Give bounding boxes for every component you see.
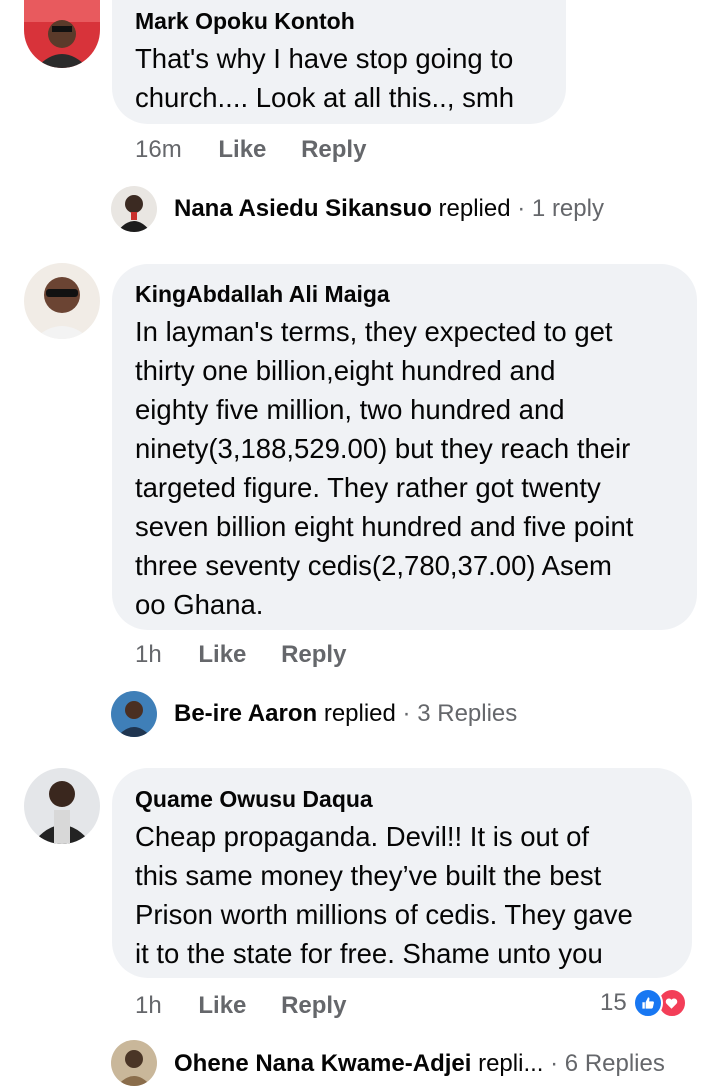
comment-meta: 1h Like Reply [135,992,346,1020]
avatar[interactable] [24,768,100,844]
comment-meta: 16m Like Reply [135,136,366,164]
comment-text: That's why I have stop going to church..… [135,43,515,113]
comment-author[interactable]: KingAbdallah Ali Maiga [135,281,390,308]
comment-text: In layman's terms, they expected to get … [135,316,634,620]
like-reaction-icon [632,988,663,1018]
timestamp[interactable]: 1h [135,641,162,668]
avatar-photo-icon [111,186,157,232]
view-replies-link[interactable]: Ohene Nana Kwame-Adjei repli... · 6 Repl… [174,1050,665,1078]
avatar-photo-icon [24,263,100,339]
reply-button[interactable]: Reply [281,641,346,668]
comment-author[interactable]: Mark Opoku Kontoh [135,8,355,35]
like-button[interactable]: Like [198,992,246,1019]
reply-avatar [111,691,157,737]
timestamp[interactable]: 1h [135,992,162,1019]
avatar[interactable] [24,263,100,339]
avatar-photo-icon [111,691,157,737]
timestamp[interactable]: 16m [135,136,182,163]
reaction-count: 15 [600,989,627,1016]
reply-button[interactable]: Reply [301,136,366,163]
reply-button[interactable]: Reply [281,992,346,1019]
reply-avatar [111,186,157,232]
avatar-photo-icon [111,1040,157,1086]
comment-meta: 1h Like Reply [135,641,346,669]
avatar-photo-icon [24,0,100,68]
view-replies-link[interactable]: Be-ire Aaron replied · 3 Replies [174,700,517,728]
like-button[interactable]: Like [218,136,266,163]
reply-avatar [111,1040,157,1086]
avatar-photo-icon [24,768,100,844]
avatar[interactable] [24,0,100,68]
reaction-summary[interactable]: 15 [600,988,687,1018]
like-button[interactable]: Like [198,641,246,668]
comment-text: Cheap propaganda. Devil!! It is out of t… [135,821,633,969]
comment-author[interactable]: Quame Owusu Daqua [135,786,373,813]
view-replies-link[interactable]: Nana Asiedu Sikansuo replied · 1 reply [174,195,604,223]
